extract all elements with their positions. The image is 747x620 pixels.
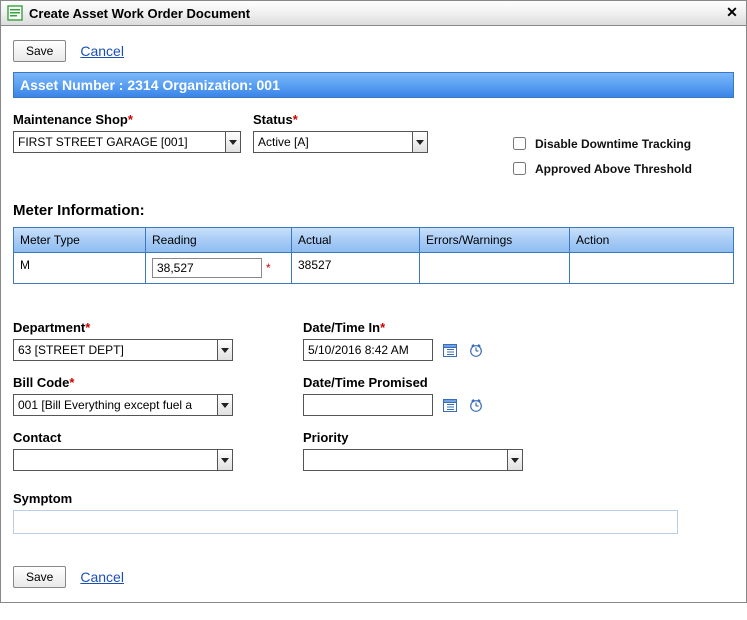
col-meter-type: Meter Type <box>14 228 146 252</box>
datetime-in-clock-btn[interactable] <box>467 341 485 359</box>
maintenance-shop-label: Maintenance Shop* <box>13 112 133 127</box>
cancel-link-bottom[interactable]: Cancel <box>80 569 124 585</box>
window-title: Create Asset Work Order Document <box>29 6 250 21</box>
reading-required-indicator: * <box>266 261 271 275</box>
col-errors: Errors/Warnings <box>420 228 570 252</box>
datetime-in-calendar-btn[interactable] <box>441 341 459 359</box>
department-select[interactable] <box>13 339 233 361</box>
chevron-down-icon <box>221 403 229 408</box>
close-button[interactable]: ✕ <box>724 5 740 21</box>
billcode-select[interactable] <box>13 394 233 416</box>
calendar-icon <box>442 342 458 358</box>
contact-dropdown-btn[interactable] <box>217 450 232 470</box>
clock-icon <box>468 397 484 413</box>
actual-cell: 38527 <box>292 253 420 283</box>
priority-select[interactable] <box>303 449 523 471</box>
disable-downtime-row[interactable]: Disable Downtime Tracking <box>509 134 734 153</box>
chevron-down-icon <box>221 348 229 353</box>
cancel-link-top[interactable]: Cancel <box>80 43 124 59</box>
chevron-down-icon <box>221 458 229 463</box>
save-button-bottom[interactable]: Save <box>13 566 66 588</box>
contact-select[interactable] <box>13 449 233 471</box>
priority-input[interactable] <box>304 450 507 470</box>
department-input[interactable] <box>14 340 217 360</box>
clock-icon <box>468 342 484 358</box>
asset-banner: Asset Number : 2314 Organization: 001 <box>13 72 734 98</box>
approved-threshold-row[interactable]: Approved Above Threshold <box>509 159 734 178</box>
titlebar: Create Asset Work Order Document ✕ <box>1 1 746 26</box>
contact-label: Contact <box>13 430 263 445</box>
meter-table-header: Meter Type Reading Actual Errors/Warning… <box>14 228 733 253</box>
datetime-promised-label: Date/Time Promised <box>303 375 734 390</box>
col-actual: Actual <box>292 228 420 252</box>
save-button-top[interactable]: Save <box>13 40 66 62</box>
maintenance-shop-dropdown-btn[interactable] <box>225 132 240 152</box>
meter-type-cell: M <box>14 253 146 283</box>
datetime-in-label: Date/Time In* <box>303 320 734 335</box>
priority-label: Priority <box>303 430 734 445</box>
department-dropdown-btn[interactable] <box>217 340 232 360</box>
billcode-input[interactable] <box>14 395 217 415</box>
errors-cell <box>420 253 570 283</box>
chevron-down-icon <box>229 140 237 145</box>
maintenance-shop-input[interactable] <box>14 132 225 152</box>
calendar-icon <box>442 397 458 413</box>
status-dropdown-btn[interactable] <box>412 132 427 152</box>
meter-table: Meter Type Reading Actual Errors/Warning… <box>13 227 734 284</box>
form-icon <box>7 5 23 21</box>
approved-threshold-label: Approved Above Threshold <box>535 162 692 176</box>
symptom-input[interactable] <box>13 510 678 534</box>
chevron-down-icon <box>416 140 424 145</box>
billcode-label: Bill Code* <box>13 375 263 390</box>
action-cell <box>570 253 733 283</box>
chevron-down-icon <box>511 458 519 463</box>
status-select[interactable] <box>253 131 428 153</box>
close-icon: ✕ <box>726 4 738 20</box>
symptom-label: Symptom <box>13 491 734 506</box>
maintenance-shop-select[interactable] <box>13 131 241 153</box>
work-order-modal: Create Asset Work Order Document ✕ Save … <box>0 0 747 603</box>
reading-input[interactable] <box>152 258 262 278</box>
datetime-promised-clock-btn[interactable] <box>467 396 485 414</box>
disable-downtime-checkbox[interactable] <box>513 137 526 150</box>
col-action: Action <box>570 228 733 252</box>
department-label: Department* <box>13 320 263 335</box>
billcode-dropdown-btn[interactable] <box>217 395 232 415</box>
datetime-promised-calendar-btn[interactable] <box>441 396 459 414</box>
status-input[interactable] <box>254 132 412 152</box>
contact-input[interactable] <box>14 450 217 470</box>
datetime-in-input[interactable] <box>303 339 433 361</box>
priority-dropdown-btn[interactable] <box>507 450 522 470</box>
datetime-promised-input[interactable] <box>303 394 433 416</box>
meter-information-heading: Meter Information: <box>13 202 734 219</box>
approved-threshold-checkbox[interactable] <box>513 162 526 175</box>
col-reading: Reading <box>146 228 292 252</box>
meter-table-row: M * 38527 <box>14 253 733 283</box>
disable-downtime-label: Disable Downtime Tracking <box>535 137 691 151</box>
status-label: Status* <box>253 112 298 127</box>
